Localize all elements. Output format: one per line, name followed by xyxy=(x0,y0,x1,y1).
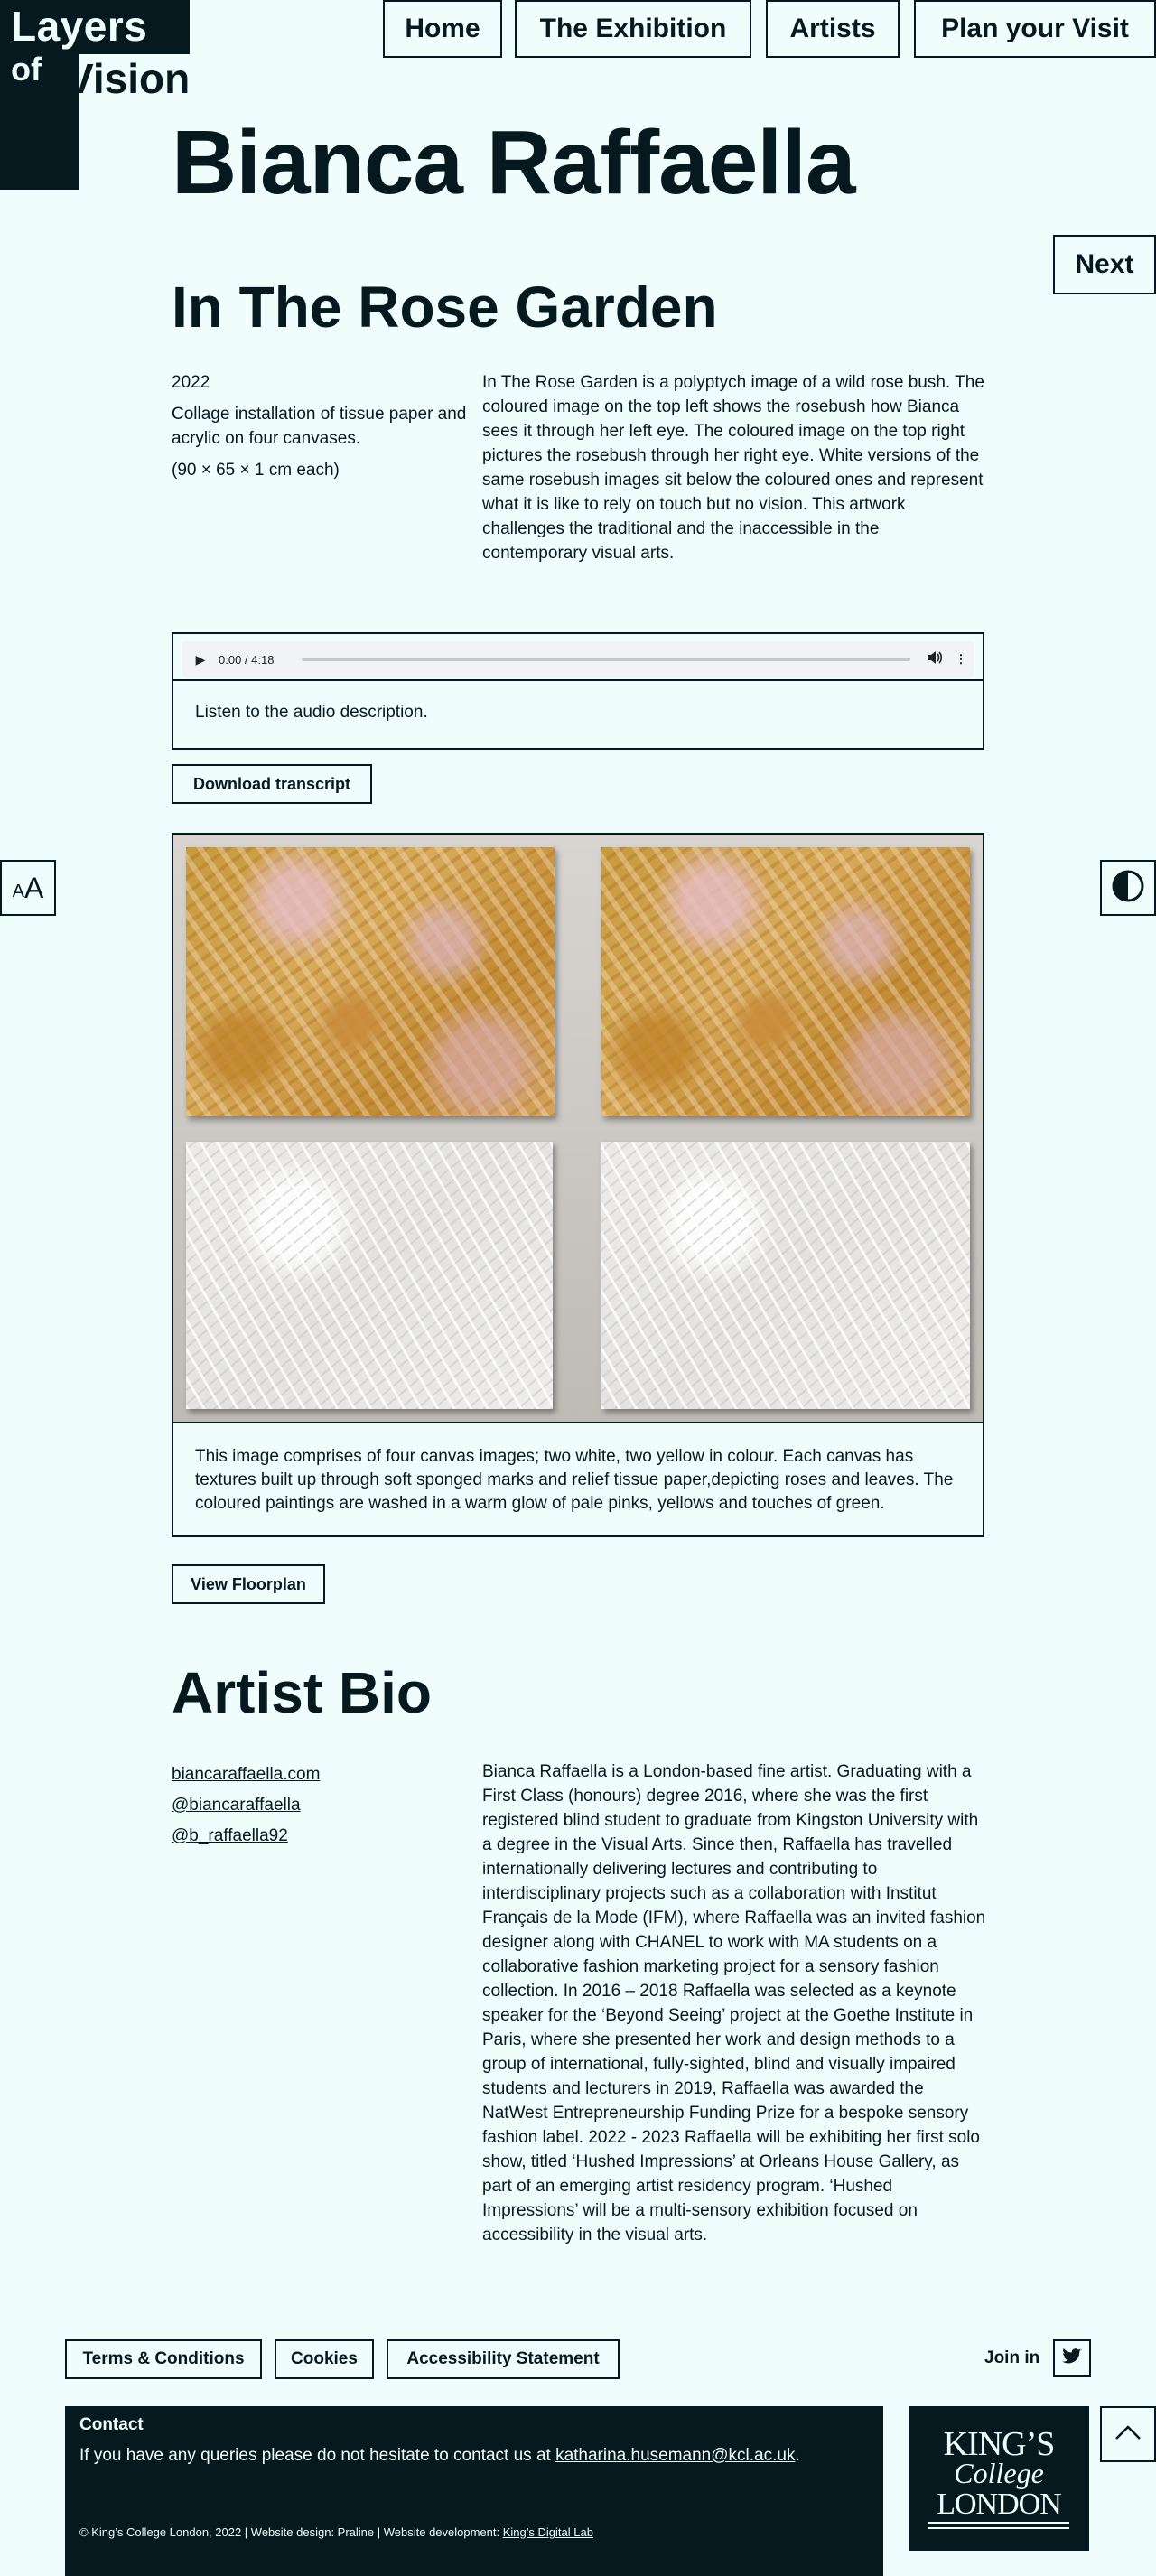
artwork-description: In The Rose Garden is a polyptych image … xyxy=(482,373,984,563)
contact-title: Contact xyxy=(79,2415,144,2434)
contact-intro: If you have any queries please do not he… xyxy=(79,2446,556,2465)
artwork-year: 2022 xyxy=(172,373,210,392)
audio-progress-track[interactable] xyxy=(302,658,910,661)
contact-email-link[interactable]: katharina.husemann@kcl.ac.uk xyxy=(555,2446,795,2465)
logo-text-of: of xyxy=(11,51,42,88)
kcl-logo-rule xyxy=(928,2522,1069,2524)
contact-end: . xyxy=(795,2446,800,2465)
divider xyxy=(173,679,983,681)
nav-artists[interactable]: Artists xyxy=(766,0,900,58)
contact-panel: Contact If you have any queries please d… xyxy=(65,2406,883,2576)
chevron-up-icon xyxy=(1114,2424,1142,2445)
play-icon[interactable]: ▶ xyxy=(182,652,219,667)
logo-text-vision: Vision xyxy=(66,55,191,102)
artwork-image-box: This image comprises of four canvas imag… xyxy=(172,833,984,1537)
audio-time: 0:00 / 4:18 xyxy=(219,652,275,667)
artist-name: Bianca Raffaella xyxy=(172,112,856,213)
contrast-toggle-button[interactable] xyxy=(1100,860,1156,916)
audio-description-box: ▶ 0:00 / 4:18 ⋮ Listen to the audio desc… xyxy=(172,632,984,750)
download-transcript-button[interactable]: Download transcript xyxy=(172,764,372,804)
artist-instagram-link[interactable]: @biancaraffaella xyxy=(172,1790,320,1821)
artwork-title: In The Rose Garden xyxy=(172,275,718,340)
artist-bio-heading: Artist Bio xyxy=(172,1660,432,1725)
nav-home[interactable]: Home xyxy=(383,0,502,58)
contrast-icon xyxy=(1111,869,1145,908)
kcl-logo-rule xyxy=(928,2527,1069,2529)
logo-shape xyxy=(0,134,79,190)
audio-caption: Listen to the audio description. xyxy=(195,703,428,722)
kcl-logo[interactable]: KING’S College LONDON xyxy=(909,2406,1089,2551)
copyright: © King’s College London, 2022 | Website … xyxy=(79,2525,593,2539)
kings-digital-lab-link[interactable]: King’s Digital Lab xyxy=(503,2525,593,2539)
volume-icon[interactable] xyxy=(921,650,948,669)
divider xyxy=(173,1422,983,1423)
site-logo[interactable]: Layers of Vision xyxy=(0,0,190,190)
nav-plan-your-visit[interactable]: Plan your Visit xyxy=(914,0,1156,58)
join-in-label: Join in xyxy=(984,2348,1040,2367)
artwork-medium: Collage installation of tissue paper and… xyxy=(172,405,467,448)
contact-text: If you have any queries please do not he… xyxy=(79,2446,800,2466)
artwork-dimensions: (90 × 65 × 1 cm each) xyxy=(172,461,340,480)
canvas-white-left xyxy=(186,1142,553,1409)
canvas-yellow-right xyxy=(601,847,970,1116)
artwork-meta: 2022 Collage installation of tissue pape… xyxy=(172,370,470,490)
artist-bio-text: Bianca Raffaella is a London-based fine … xyxy=(482,1762,986,2245)
artist-twitter-link[interactable]: @b_raffaella92 xyxy=(172,1821,320,1852)
canvas-white-right xyxy=(601,1142,970,1409)
footer-terms-link[interactable]: Terms & Conditions xyxy=(65,2339,262,2379)
audio-player[interactable]: ▶ 0:00 / 4:18 ⋮ xyxy=(182,641,974,677)
kcl-logo-line2: College xyxy=(954,2457,1044,2489)
canvas-yellow-left xyxy=(186,847,555,1116)
twitter-button[interactable] xyxy=(1053,2339,1091,2377)
text-size-button[interactable]: AA xyxy=(0,860,56,916)
text-size-small-glyph: A xyxy=(12,881,24,901)
image-caption: This image comprises of four canvas imag… xyxy=(195,1447,954,1513)
copyright-text: © King’s College London, 2022 | Website … xyxy=(79,2525,503,2539)
footer-cookies-link[interactable]: Cookies xyxy=(275,2339,374,2379)
artwork-photo xyxy=(173,835,983,1422)
footer-accessibility-link[interactable]: Accessibility Statement xyxy=(387,2339,620,2379)
logo-text-layers: Layers xyxy=(11,3,148,50)
kcl-logo-line3: LONDON xyxy=(937,2487,1062,2521)
more-icon[interactable]: ⋮ xyxy=(948,652,974,667)
next-button[interactable]: Next xyxy=(1053,235,1156,294)
view-floorplan-button[interactable]: View Floorplan xyxy=(172,1564,325,1604)
back-to-top-button[interactable] xyxy=(1100,2406,1156,2462)
twitter-icon xyxy=(1062,2347,1082,2369)
nav-the-exhibition[interactable]: The Exhibition xyxy=(515,0,751,58)
text-size-large-glyph: A xyxy=(24,871,44,904)
artist-website-link[interactable]: biancaraffaella.com xyxy=(172,1759,320,1790)
artist-links: biancaraffaella.com @biancaraffaella @b_… xyxy=(172,1759,320,1852)
